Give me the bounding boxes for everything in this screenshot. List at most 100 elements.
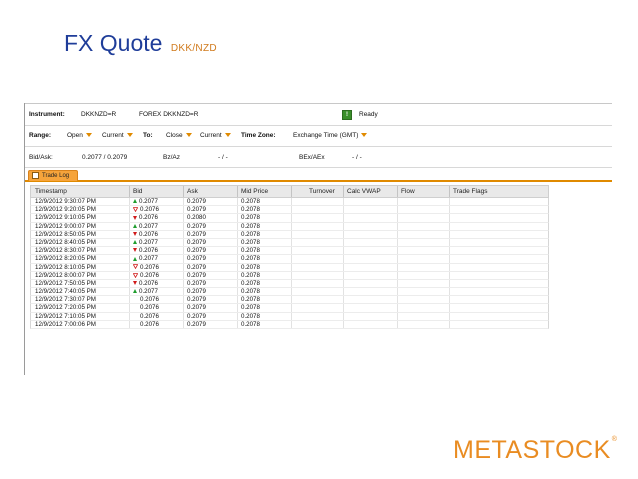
range-from-value-dropdown[interactable]: Current <box>102 132 133 139</box>
column-divider <box>183 263 184 271</box>
cell-mid-price: 0.2078 <box>241 288 260 296</box>
cell-bid: 0.2077 <box>133 255 158 262</box>
column-divider <box>237 263 238 271</box>
column-divider <box>183 279 184 288</box>
table-row[interactable]: 12/9/2012 7:40:05 PM 0.2077 0.2079 0.2078 <box>30 288 549 297</box>
quote-summary-bar: Bid/Ask: 0.2077 / 0.2079 Bz/Az - / - BEx… <box>25 147 612 168</box>
table-row[interactable]: 12/9/2012 7:00:06 PM 0.2076 0.2079 0.2078 <box>30 320 549 329</box>
arrow-up-icon <box>133 223 137 228</box>
column-divider <box>237 198 238 206</box>
range-bar: Range: Open Current To: Close Current Ti… <box>25 125 612 147</box>
bid-value: 0.2076 <box>140 263 159 271</box>
table-row[interactable]: 12/9/2012 8:30:07 PM 0.2076 0.2079 0.2078 <box>30 247 549 256</box>
column-header-ask[interactable]: Ask <box>187 186 198 197</box>
column-divider <box>343 304 344 312</box>
table-row[interactable]: 12/9/2012 8:50:05 PM 0.2076 0.2079 0.2078 <box>30 230 549 239</box>
column-header-bid[interactable]: Bid <box>133 186 142 197</box>
tab-bar: Trade Log <box>25 169 612 182</box>
column-divider <box>183 238 184 247</box>
tab-trade-log[interactable]: Trade Log <box>28 170 78 181</box>
column-header-trade-flags[interactable]: Trade Flags <box>453 186 487 197</box>
table-row[interactable]: 12/9/2012 7:20:05 PM 0.2076 0.2079 0.2078 <box>30 304 549 313</box>
column-divider <box>183 186 184 197</box>
column-divider <box>129 296 130 304</box>
column-divider <box>397 320 398 328</box>
column-divider <box>291 198 292 206</box>
table-row[interactable]: 12/9/2012 8:10:05 PM 0.2076 0.2079 0.2078 <box>30 263 549 272</box>
range-from-value: Current <box>102 132 124 139</box>
cell-timestamp: 12/9/2012 7:10:05 PM <box>35 312 96 320</box>
bid-value: 0.2076 <box>140 312 159 320</box>
column-header-turnover[interactable]: Turnover <box>309 186 335 197</box>
column-divider <box>449 186 450 197</box>
table-row[interactable]: 12/9/2012 9:30:07 PM 0.2077 0.2079 0.2078 <box>30 198 549 207</box>
cell-ask: 0.2079 <box>187 271 206 279</box>
column-divider <box>343 320 344 328</box>
cell-ask: 0.2079 <box>187 230 206 238</box>
instrument-symbol-input[interactable]: DKKNZD=R <box>81 111 116 118</box>
column-divider <box>449 288 450 296</box>
range-to-value: Current <box>200 132 222 139</box>
table-row[interactable]: 12/9/2012 8:40:05 PM 0.2077 0.2079 0.2078 <box>30 238 549 248</box>
bid-value: 0.2076 <box>139 247 158 255</box>
cell-mid-price: 0.2078 <box>241 238 260 246</box>
cell-mid-price: 0.2078 <box>241 255 260 263</box>
column-divider <box>291 304 292 312</box>
cell-mid-price: 0.2078 <box>241 320 260 328</box>
cell-bid: 0.2076 <box>133 280 158 287</box>
column-divider <box>129 312 130 320</box>
table-row[interactable]: 12/9/2012 7:50:05 PM 0.2076 0.2079 0.2078 <box>30 279 549 289</box>
cell-timestamp: 12/9/2012 9:10:05 PM <box>35 214 96 222</box>
range-from-type-dropdown[interactable]: Open <box>67 132 92 139</box>
table-row[interactable]: 12/9/2012 7:30:07 PM 0.2076 0.2079 0.2078 <box>30 296 549 305</box>
instrument-name: FOREX DKKNZD=R <box>139 111 199 118</box>
bidask-value: 0.2077 / 0.2079 <box>82 153 128 161</box>
logo-text: METASTOCK <box>453 436 611 464</box>
arrow-up-icon <box>133 256 137 261</box>
column-divider <box>237 230 238 238</box>
arrow-up-icon <box>133 240 137 245</box>
table-row[interactable]: 12/9/2012 8:00:07 PM 0.2076 0.2079 0.2078 <box>30 271 549 280</box>
column-divider <box>291 279 292 288</box>
instrument-label: Instrument: <box>29 111 65 118</box>
table-header: Timestamp Bid Ask Mid Price Turnover Cal… <box>30 185 549 198</box>
column-divider <box>397 312 398 320</box>
timezone-label: Time Zone: <box>241 132 276 139</box>
cell-timestamp: 12/9/2012 7:30:07 PM <box>35 296 96 304</box>
chevron-down-icon <box>361 133 368 138</box>
range-to-type-dropdown[interactable]: Close <box>166 132 192 139</box>
column-divider <box>129 186 130 197</box>
column-divider <box>183 320 184 328</box>
cell-ask: 0.2079 <box>187 263 206 271</box>
column-header-calc-vwap[interactable]: Calc VWAP <box>347 186 381 197</box>
cell-mid-price: 0.2078 <box>241 263 260 271</box>
arrow-down-icon <box>133 281 137 286</box>
document-icon <box>32 171 39 179</box>
cell-mid-price: 0.2078 <box>241 247 260 255</box>
cell-timestamp: 12/9/2012 8:40:05 PM <box>35 238 96 246</box>
cell-mid-price: 0.2078 <box>241 198 260 205</box>
cell-timestamp: 12/9/2012 7:40:05 PM <box>35 288 96 296</box>
cell-mid-price: 0.2078 <box>241 214 260 222</box>
column-divider <box>343 230 344 238</box>
column-divider <box>129 230 130 238</box>
column-divider <box>449 296 450 304</box>
timezone-dropdown[interactable]: Exchange Time (GMT) <box>293 132 368 139</box>
table-row[interactable]: 12/9/2012 7:10:05 PM 0.2076 0.2079 0.2078 <box>30 312 549 321</box>
column-header-flow[interactable]: Flow <box>401 186 415 197</box>
column-divider <box>237 320 238 328</box>
cell-ask: 0.2080 <box>187 214 206 222</box>
cell-ask: 0.2079 <box>187 206 206 214</box>
table-row[interactable]: 12/9/2012 9:10:05 PM 0.2076 0.2080 0.2078 <box>30 214 549 223</box>
table-row[interactable]: 12/9/2012 9:20:05 PM 0.2076 0.2079 0.2078 <box>30 206 549 215</box>
to-label: To: <box>143 132 153 139</box>
column-header-mid-price[interactable]: Mid Price <box>241 186 268 197</box>
column-divider <box>397 296 398 304</box>
column-divider <box>343 312 344 320</box>
table-row[interactable]: 12/9/2012 8:20:05 PM 0.2077 0.2079 0.2078 <box>30 255 549 264</box>
column-divider <box>343 214 344 222</box>
column-divider <box>343 186 344 197</box>
range-to-value-dropdown[interactable]: Current <box>200 132 231 139</box>
column-header-timestamp[interactable]: Timestamp <box>35 186 67 197</box>
table-row[interactable]: 12/9/2012 9:00:07 PM 0.2077 0.2079 0.2078 <box>30 222 549 231</box>
